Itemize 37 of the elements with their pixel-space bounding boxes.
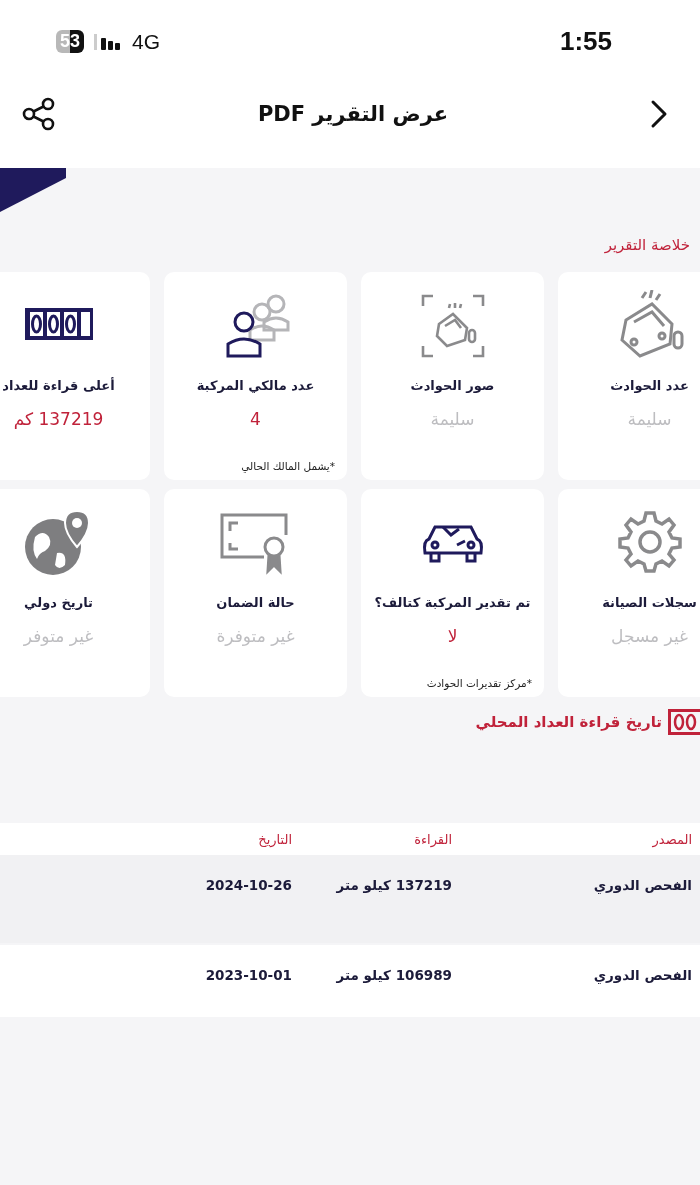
table-cell-text: الفحص الدوري	[592, 877, 692, 893]
card-value: 137219 كم	[13, 409, 104, 429]
back-chevron-icon[interactable]	[650, 99, 668, 129]
odometer-icon	[668, 709, 700, 735]
table-cell-text: 2023-10-01	[204, 967, 292, 983]
clock-time: 1:55	[559, 26, 612, 57]
table-cell-text: 2024-10-26	[204, 877, 292, 893]
card-title: عدد مالكي المركبة	[196, 378, 315, 393]
card-title: سجلات الصيانة	[602, 595, 697, 610]
card-value: لا	[447, 626, 458, 646]
column-header: القراءة	[413, 831, 452, 847]
card-value: سليمة	[627, 409, 672, 429]
card-title: تم تقدير المركبة كتالف؟	[374, 595, 531, 610]
card-value: غير مسجل	[611, 626, 688, 646]
card-note: *يشمل المالك الحالي	[241, 460, 335, 472]
network-type: 4G	[132, 29, 161, 54]
card-title: عدد الحوادث	[610, 378, 689, 393]
card-value: غير متوفرة	[216, 626, 295, 646]
page-title: عرض التقرير PDF	[257, 102, 449, 126]
card-title: حالة الضمان	[216, 595, 295, 610]
table-cell-text: 137219 كيلو متر	[335, 877, 452, 893]
card-title: أعلى قراءة للعداد	[2, 378, 115, 393]
signal-icon	[94, 33, 123, 50]
card-value: غير متوفر	[23, 626, 94, 646]
column-header: المصدر	[651, 831, 692, 847]
card-title: صور الحوادث	[410, 378, 495, 393]
card-value: سليمة	[430, 409, 475, 429]
share-icon[interactable]	[22, 97, 56, 131]
card-note: *مركز تقديرات الحوادث	[426, 677, 532, 689]
table-cell-text: 106989 كيلو متر	[335, 967, 452, 983]
card-value: 4	[250, 409, 261, 429]
card-title: تاريخ دولي	[24, 595, 93, 610]
section-title: خلاصة التقرير	[603, 236, 691, 254]
column-header: التاريخ	[257, 831, 292, 847]
battery-level: 53	[56, 30, 85, 53]
section-title: تاريخ قراءة العداد المحلي	[475, 713, 662, 731]
table-cell-text: الفحص الدوري	[592, 967, 692, 983]
